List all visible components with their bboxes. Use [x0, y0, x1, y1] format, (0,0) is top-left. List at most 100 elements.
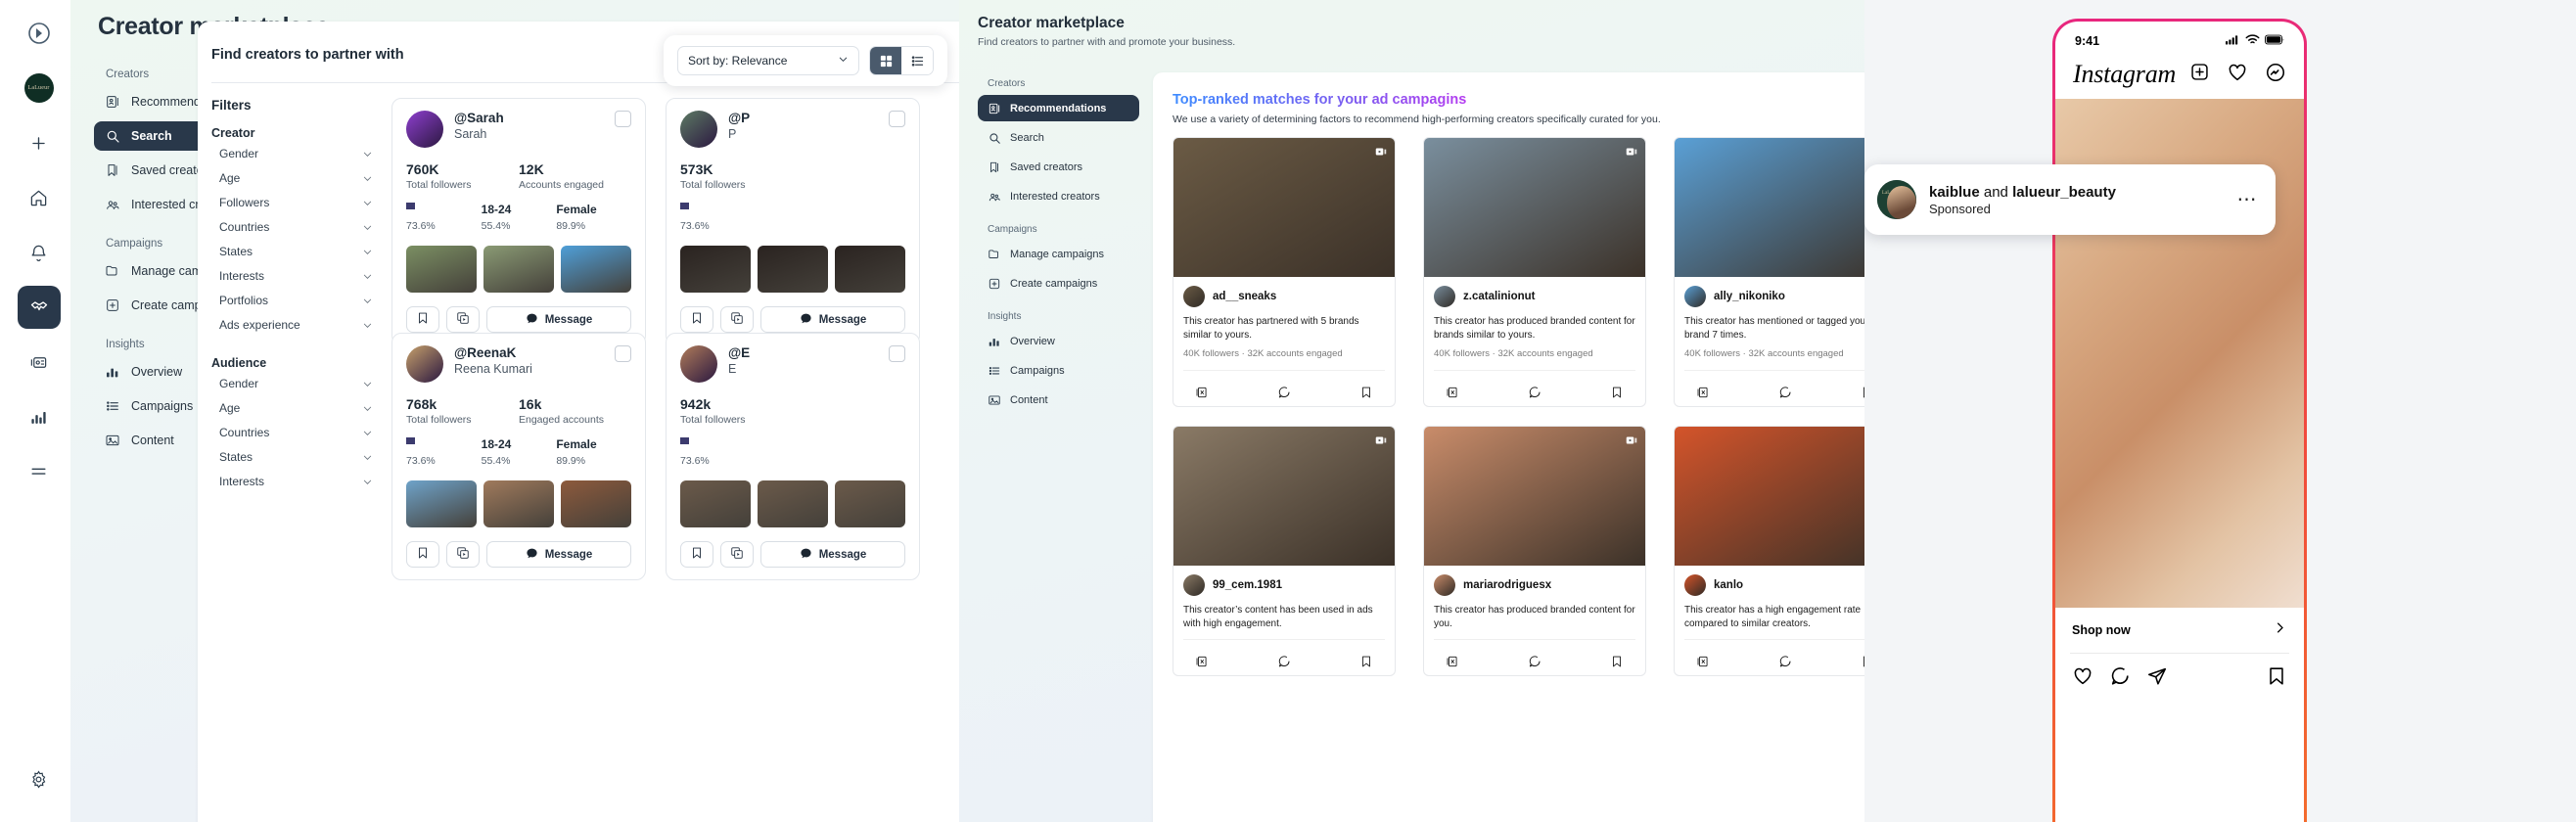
recommendation-tile[interactable]: z.catalinionut This creator has produced…: [1423, 137, 1646, 407]
recommendation-tile[interactable]: mariarodriguesx This creator has produce…: [1423, 426, 1646, 676]
thumbnail[interactable]: [680, 480, 751, 527]
creator-select-checkbox[interactable]: [889, 345, 905, 362]
recommendation-tile[interactable]: 99_cem.1981 This creator’s content has b…: [1173, 426, 1396, 676]
filter-row-audience-states[interactable]: States: [211, 447, 373, 467]
thumbnail[interactable]: [758, 480, 828, 527]
creator-select-checkbox[interactable]: [615, 345, 631, 362]
creator-card[interactable]: @ReenaK Reena Kumari 768k Total follower…: [391, 333, 646, 580]
sidebar-item-recommendations[interactable]: Recommendations: [978, 95, 1139, 121]
hide-icon[interactable]: [1195, 386, 1209, 404]
sidebar-item-content[interactable]: Content: [978, 387, 1139, 413]
sort-select[interactable]: Sort by: Relevance: [677, 46, 859, 75]
view-media-button[interactable]: [720, 306, 754, 333]
thumbnail[interactable]: [561, 246, 631, 293]
creator-select-checkbox[interactable]: [615, 111, 631, 127]
tile-image[interactable]: [1675, 427, 1864, 566]
save-creator-button[interactable]: [680, 306, 713, 333]
plus-square-icon[interactable]: [2189, 62, 2210, 87]
thumbnail[interactable]: [835, 480, 905, 527]
sidebar-item-overview[interactable]: Overview: [978, 328, 1139, 354]
bookmark-icon[interactable]: [1610, 386, 1624, 404]
thumbnail[interactable]: [561, 480, 631, 527]
bookmark-icon[interactable]: [1610, 655, 1624, 673]
creator-card[interactable]: @E E 942k Total followers 73.6% Message: [666, 333, 920, 580]
meta-logo-icon[interactable]: [18, 12, 61, 55]
tile-image[interactable]: [1675, 138, 1864, 277]
bookmark-icon[interactable]: [1359, 386, 1373, 404]
save-creator-button[interactable]: [406, 541, 439, 568]
messenger-icon[interactable]: [2265, 62, 2286, 88]
bell-icon[interactable]: [18, 231, 61, 274]
filter-row-creator-gender[interactable]: Gender: [211, 144, 373, 163]
sidebar-item-campaigns[interactable]: Campaigns: [978, 357, 1139, 384]
view-media-button[interactable]: [446, 306, 480, 333]
hide-icon[interactable]: [1696, 386, 1710, 404]
heart-icon[interactable]: [2227, 62, 2248, 88]
shop-now-cta[interactable]: Shop now: [2055, 608, 2304, 653]
comment-icon[interactable]: [1528, 655, 1541, 673]
thumbnail[interactable]: [483, 480, 554, 527]
hide-icon[interactable]: [1446, 655, 1459, 673]
filter-row-creator-states[interactable]: States: [211, 242, 373, 261]
comment-icon[interactable]: [1277, 386, 1291, 404]
thumbnail[interactable]: [835, 246, 905, 293]
plus-icon[interactable]: [18, 121, 61, 164]
view-media-button[interactable]: [720, 541, 754, 568]
recommendation-tile[interactable]: kanlo This creator has a high engagement…: [1674, 426, 1864, 676]
comment-icon[interactable]: [1277, 655, 1291, 673]
recommendation-tile[interactable]: ally_nikoniko This creator has mentioned…: [1674, 137, 1864, 407]
recommendation-tile[interactable]: ad__sneaks This creator has partnered wi…: [1173, 137, 1396, 407]
thumbnail[interactable]: [406, 246, 477, 293]
list-view-icon[interactable]: [901, 47, 933, 74]
hide-icon[interactable]: [1446, 386, 1459, 404]
thumbnail[interactable]: [758, 246, 828, 293]
filter-row-audience-interests[interactable]: Interests: [211, 472, 373, 491]
save-creator-button[interactable]: [680, 541, 713, 568]
filter-row-creator-interests[interactable]: Interests: [211, 266, 373, 286]
thumbnail[interactable]: [680, 246, 751, 293]
bookmark-icon[interactable]: [2266, 667, 2287, 691]
comment-icon[interactable]: [1528, 386, 1541, 404]
hide-icon[interactable]: [1696, 655, 1710, 673]
filter-row-creator-followers[interactable]: Followers: [211, 193, 373, 212]
message-button[interactable]: Message: [760, 541, 905, 568]
filter-row-creator-age[interactable]: Age: [211, 168, 373, 188]
message-button[interactable]: Message: [486, 541, 631, 568]
avatar[interactable]: LaLueur: [18, 67, 61, 110]
message-button[interactable]: Message: [760, 306, 905, 333]
sidebar-item-search[interactable]: Search: [978, 124, 1139, 151]
filter-row-creator-portfolios[interactable]: Portfolios: [211, 291, 373, 310]
save-creator-button[interactable]: [406, 306, 439, 333]
creator-card[interactable]: @P P 573K Total followers 73.6% Message: [666, 98, 920, 345]
share-icon[interactable]: [2146, 665, 2168, 692]
ads-icon[interactable]: [18, 341, 61, 384]
tile-image[interactable]: [1173, 427, 1395, 566]
bar-chart-icon[interactable]: [18, 395, 61, 438]
home-icon[interactable]: [18, 176, 61, 219]
filter-row-creator-countries[interactable]: Countries: [211, 217, 373, 237]
handshake-icon[interactable]: [17, 286, 61, 329]
hide-icon[interactable]: [1195, 655, 1209, 673]
sidebar-item-saved-creators[interactable]: Saved creators: [978, 154, 1139, 180]
message-button[interactable]: Message: [486, 306, 631, 333]
grid-view-icon[interactable]: [870, 47, 901, 74]
view-media-button[interactable]: [446, 541, 480, 568]
sidebar-item-interested-creators[interactable]: Interested creators: [978, 183, 1139, 209]
sidebar-item-manage-campaigns[interactable]: Manage campaigns: [978, 241, 1139, 267]
thumbnail[interactable]: [483, 246, 554, 293]
more-dots-icon[interactable]: ⋯: [2237, 190, 2259, 209]
filter-row-audience-age[interactable]: Age: [211, 398, 373, 418]
tile-image[interactable]: [1424, 138, 1645, 277]
creator-select-checkbox[interactable]: [889, 111, 905, 127]
thumbnail[interactable]: [406, 480, 477, 527]
bookmark-icon[interactable]: [1359, 655, 1373, 673]
comment-icon[interactable]: [1778, 655, 1792, 673]
sidebar-item-create-campaigns[interactable]: Create campaigns: [978, 270, 1139, 297]
creator-card[interactable]: @Sarah Sarah 760K Total followers 12K Ac…: [391, 98, 646, 345]
tile-image[interactable]: [1424, 427, 1645, 566]
sponsored-attribution-card[interactable]: LaL kaiblue and lalueur_beauty Sponsored…: [1864, 164, 2276, 235]
menu-icon[interactable]: [18, 450, 61, 493]
tile-image[interactable]: [1173, 138, 1395, 277]
filter-row-audience-countries[interactable]: Countries: [211, 423, 373, 442]
heart-icon[interactable]: [2072, 665, 2093, 692]
